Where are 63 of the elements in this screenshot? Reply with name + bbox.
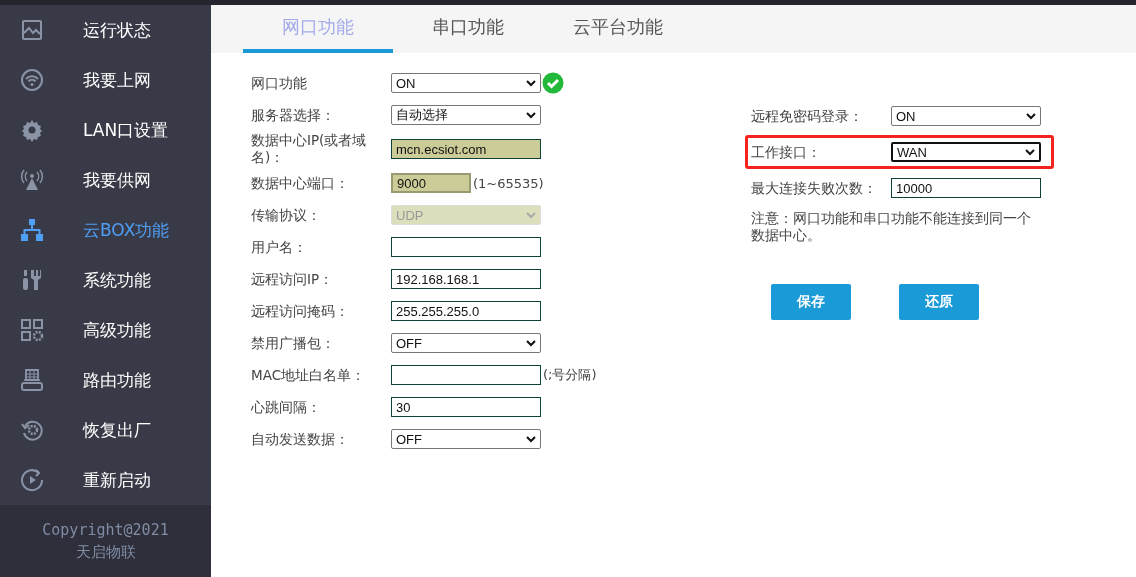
dropdown-field[interactable]: ON [391,73,541,93]
sidebar-item[interactable]: 路由功能 [0,355,211,405]
dropdown-caret-icon [526,435,536,443]
sidebar-item[interactable]: 高级功能 [0,305,211,355]
input-field[interactable]: 30 [391,397,541,417]
input-field[interactable]: mcn.ecsiot.com [391,139,541,159]
dropdown-caret-icon [1026,112,1036,120]
field-label: 禁用广播包： [251,334,336,352]
field-label: 用户名： [251,238,308,256]
sidebar-item[interactable]: LAN口设置 [0,105,211,155]
sidebar-item[interactable]: 我要供网 [0,155,211,205]
field-label: 数据中心IP(或者域名)： [251,132,368,166]
dropdown-field[interactable]: OFF [391,333,541,353]
field-label: 远程访问IP： [251,270,335,288]
dropdown-caret-icon [526,111,536,119]
field-label: 工作接口： [751,143,822,161]
field-label: MAC地址白名单： [251,366,367,384]
dropdown-caret-icon [1025,148,1035,156]
input-field[interactable]: 10000 [891,178,1041,198]
field-hint: (1~65535) [473,175,544,191]
field-label: 网口功能 [251,74,308,92]
note-text: 注意：网口功能和串口功能不能连接到同一个数据中心。 [751,210,1032,244]
sidebar-item[interactable]: 恢复出厂 [0,405,211,455]
router-icon [20,368,44,392]
sidebar-item[interactable]: 重新启动 [0,455,211,505]
input-field[interactable] [391,365,541,385]
sidebar-item[interactable]: 我要上网 [0,55,211,105]
sidebar-item[interactable]: 系统功能 [0,255,211,305]
field-label: 自动发送数据： [251,430,350,448]
input-field[interactable] [391,237,541,257]
field-label: 传输协议： [251,206,322,224]
dropdown-caret-icon [526,339,536,347]
field-label: 远程免密码登录： [751,107,864,125]
dropdown-field[interactable]: 自动选择 [391,105,541,125]
tab[interactable]: 云平台功能 [543,5,693,53]
wifi-icon [20,68,44,92]
input-field[interactable]: 192.168.168.1 [391,269,541,289]
grid-icon [20,318,44,342]
field-hint: (;号分隔) [543,366,597,384]
tab[interactable]: 串口功能 [393,5,543,53]
dropdown-field[interactable]: ON [891,106,1041,126]
chart-icon [20,18,44,42]
input-field[interactable]: 9000 [391,173,471,193]
field-label: 服务器选择： [251,106,336,124]
sidebar-item[interactable]: 云BOX功能 [0,205,211,255]
input-field[interactable]: 255.255.255.0 [391,301,541,321]
gear-icon [20,118,44,142]
antenna-icon [20,168,44,192]
field-label: 最大连接失败次数： [751,179,878,197]
tools-icon [20,268,44,292]
dropdown-caret-icon [526,211,536,219]
field-label: 远程访问掩码： [251,302,350,320]
dropdown-caret-icon [526,79,536,87]
field-label: 数据中心端口： [251,174,350,192]
dropdown-field[interactable]: OFF [391,429,541,449]
dropdown-field[interactable]: WAN [891,142,1041,162]
sidebar-item[interactable]: 运行状态 [0,5,211,55]
copyright-text: 天启物联 [75,542,136,562]
field-label: 心跳间隔： [251,398,322,416]
restart-icon [20,468,44,492]
network-icon [20,218,44,242]
copyright-text: Copyright@2021 [42,520,169,539]
restore-icon [20,418,44,442]
